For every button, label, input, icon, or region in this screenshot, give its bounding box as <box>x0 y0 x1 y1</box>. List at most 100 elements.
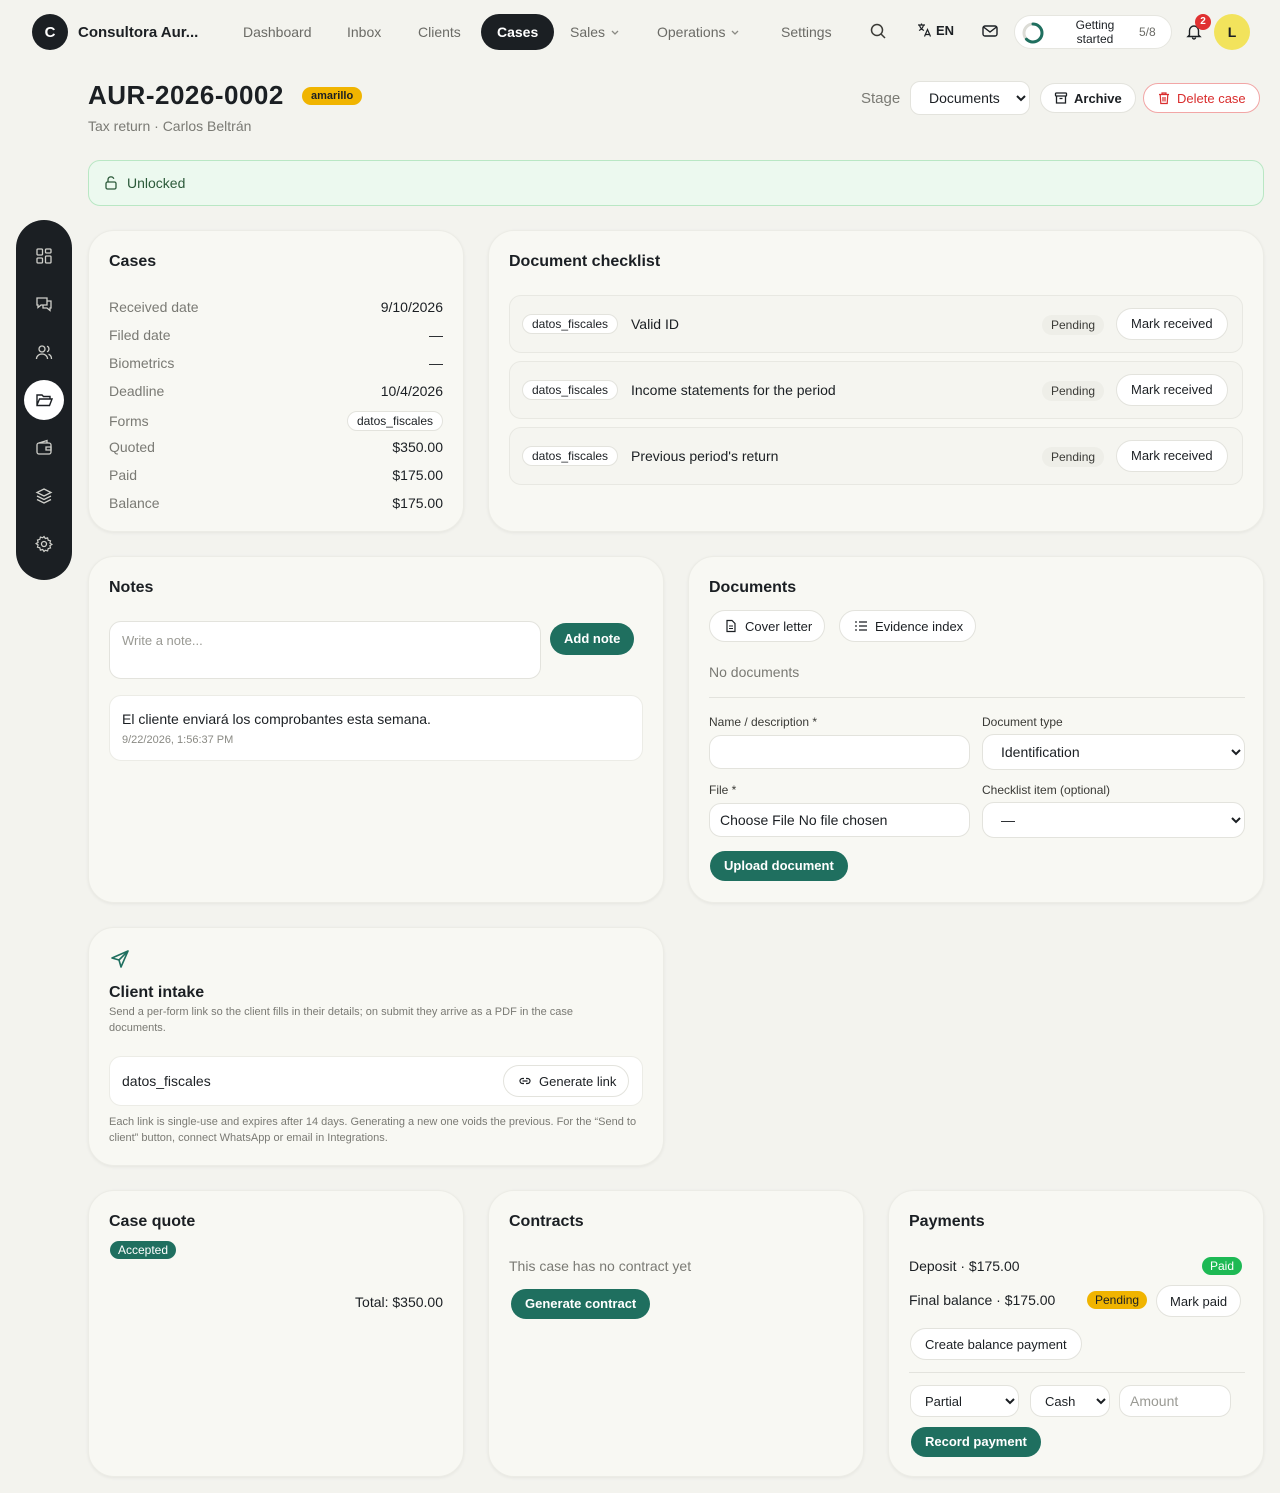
lock-status-label: Unlocked <box>127 175 186 191</box>
getting-started-label: Getting started <box>1075 18 1115 46</box>
nav-dashboard[interactable]: Dashboard <box>243 14 312 50</box>
mark-paid-button[interactable]: Mark paid <box>1156 1285 1242 1317</box>
list-icon <box>855 621 867 631</box>
nav-sales[interactable]: Sales <box>570 14 620 50</box>
quote-status-badge: Accepted <box>110 1241 177 1259</box>
nav-clients[interactable]: Clients <box>418 14 461 50</box>
checklist-item-label: Previous period's return <box>631 448 779 464</box>
case-field-row: Quoted $350.00 <box>109 439 443 455</box>
document-icon <box>726 619 736 633</box>
getting-started-widget[interactable]: Getting started 5/8 <box>1014 15 1172 49</box>
final-balance-line: Final balance · $175.00 <box>909 1292 1056 1308</box>
generate-contract-button[interactable]: Generate contract <box>511 1289 651 1319</box>
intake-form-name: datos_fiscales <box>122 1073 211 1089</box>
type-label: Document type <box>982 715 1063 729</box>
nav-operations[interactable]: Operations <box>657 14 740 50</box>
case-field-row: Forms datos_fiscales <box>109 411 443 431</box>
case-field-value: $350.00 <box>392 439 443 455</box>
payments-card: Payments Deposit · $175.00 Paid Final ba… <box>888 1190 1264 1477</box>
evidence-index-button[interactable]: Evidence index <box>839 610 977 642</box>
brand[interactable]: C Consultora Aur... <box>32 14 198 50</box>
case-field-row: Balance $175.00 <box>109 495 443 511</box>
chevron-down-icon <box>611 30 619 35</box>
getting-started-count: 5/8 <box>1139 25 1156 39</box>
brand-logo: C <box>32 14 68 50</box>
upload-document-button[interactable]: Upload document <box>710 851 848 881</box>
mark-received-button[interactable]: Mark received <box>1116 308 1228 340</box>
record-payment-button[interactable]: Record payment <box>911 1427 1041 1457</box>
search-button[interactable] <box>869 22 887 40</box>
case-field-value: datos_fiscales <box>346 411 443 431</box>
archive-button[interactable]: Archive <box>1040 83 1136 113</box>
amount-input[interactable] <box>1119 1385 1231 1417</box>
choose-file-button[interactable]: Choose File <box>720 812 795 828</box>
nav-operations-label: Operations <box>657 24 726 40</box>
gear-icon <box>35 535 53 553</box>
rail-inbox[interactable] <box>24 284 64 324</box>
search-icon <box>870 23 886 39</box>
evidence-index-label: Evidence index <box>875 618 964 634</box>
generate-link-label: Generate link <box>539 1073 617 1089</box>
quote-total: Total: $350.00 <box>355 1294 443 1310</box>
rail-cases[interactable] <box>24 380 64 420</box>
cases-card: Cases Received date 9/10/2026 Filed date — B… <box>88 230 464 532</box>
name-input[interactable] <box>709 735 970 769</box>
rail-clients[interactable] <box>24 332 64 372</box>
case-id: AUR-2026-0002 <box>88 80 284 110</box>
file-input[interactable]: Choose File No file chosen <box>709 803 970 837</box>
nav-inbox[interactable]: Inbox <box>347 14 381 50</box>
generate-link-button[interactable]: Generate link <box>503 1065 630 1097</box>
mark-received-button[interactable]: Mark received <box>1116 374 1228 406</box>
payment-kind-select[interactable]: Partial <box>910 1385 1019 1417</box>
case-field-label: Deadline <box>109 383 165 399</box>
documents-card: Documents Cover letter Evidence index No… <box>688 556 1264 903</box>
case-quote-card: Case quote Accepted Total: $350.00 <box>88 1190 464 1477</box>
rail-settings[interactable] <box>24 524 64 564</box>
checklist-item-select[interactable]: — <box>982 802 1245 838</box>
trash-icon <box>1159 92 1169 105</box>
checklist-item: datos_fiscales Valid ID Pending Mark receiv… <box>509 295 1243 353</box>
rail-operations[interactable] <box>24 476 64 516</box>
name-label: Name / description * <box>709 715 818 729</box>
contracts-title: Contracts <box>509 1213 584 1230</box>
translate-icon <box>918 23 932 37</box>
mark-received-button[interactable]: Mark received <box>1116 440 1228 472</box>
client-intake-title: Client intake <box>109 984 205 1001</box>
notes-title: Notes <box>109 579 154 596</box>
final-status-badge: Pending <box>1087 1291 1148 1309</box>
cover-letter-button[interactable]: Cover letter <box>709 610 826 642</box>
case-field-label: Paid <box>109 467 138 483</box>
stage-select[interactable]: Documents <box>910 81 1030 115</box>
checklist-title: Document checklist <box>509 253 661 270</box>
rail-sales[interactable] <box>24 428 64 468</box>
deposit-status-badge: Paid <box>1202 1257 1243 1275</box>
user-avatar[interactable]: L <box>1214 14 1250 50</box>
document-type-select[interactable]: Identification <box>982 734 1245 770</box>
language-switcher[interactable]: EN <box>916 22 954 38</box>
create-balance-payment-button[interactable]: Create balance payment <box>910 1328 1082 1360</box>
note-text: El cliente enviará los comprobantes esta… <box>122 711 431 727</box>
chevron-down-icon <box>732 30 739 35</box>
divider <box>909 1372 1245 1373</box>
rail-dashboard[interactable] <box>24 236 64 276</box>
deposit-line: Deposit · $175.00 <box>909 1258 1020 1274</box>
case-field-row: Biometrics — <box>109 355 443 371</box>
client-intake-card: Client intake Send a per-form link so th… <box>88 927 664 1166</box>
checklist-item: datos_fiscales Income statements for the … <box>509 361 1243 419</box>
wallet-icon <box>36 439 52 455</box>
add-note-button[interactable]: Add note <box>550 623 635 655</box>
nav-cases[interactable]: Cases <box>481 14 555 50</box>
payment-method-select[interactable]: Cash <box>1030 1385 1110 1417</box>
language-label: EN <box>936 22 955 38</box>
file-label: File * <box>709 783 737 797</box>
case-field-row: Filed date — <box>109 327 443 343</box>
archive-label: Archive <box>1074 90 1122 106</box>
checklist-form-chip: datos_fiscales <box>522 380 619 400</box>
layers-icon <box>35 488 53 504</box>
note-input[interactable] <box>109 621 541 679</box>
progress-ring-icon <box>1022 22 1044 44</box>
nav-settings[interactable]: Settings <box>781 14 832 50</box>
mail-button[interactable] <box>981 22 999 40</box>
case-field-label: Balance <box>109 495 160 511</box>
delete-case-button[interactable]: Delete case <box>1143 83 1260 113</box>
